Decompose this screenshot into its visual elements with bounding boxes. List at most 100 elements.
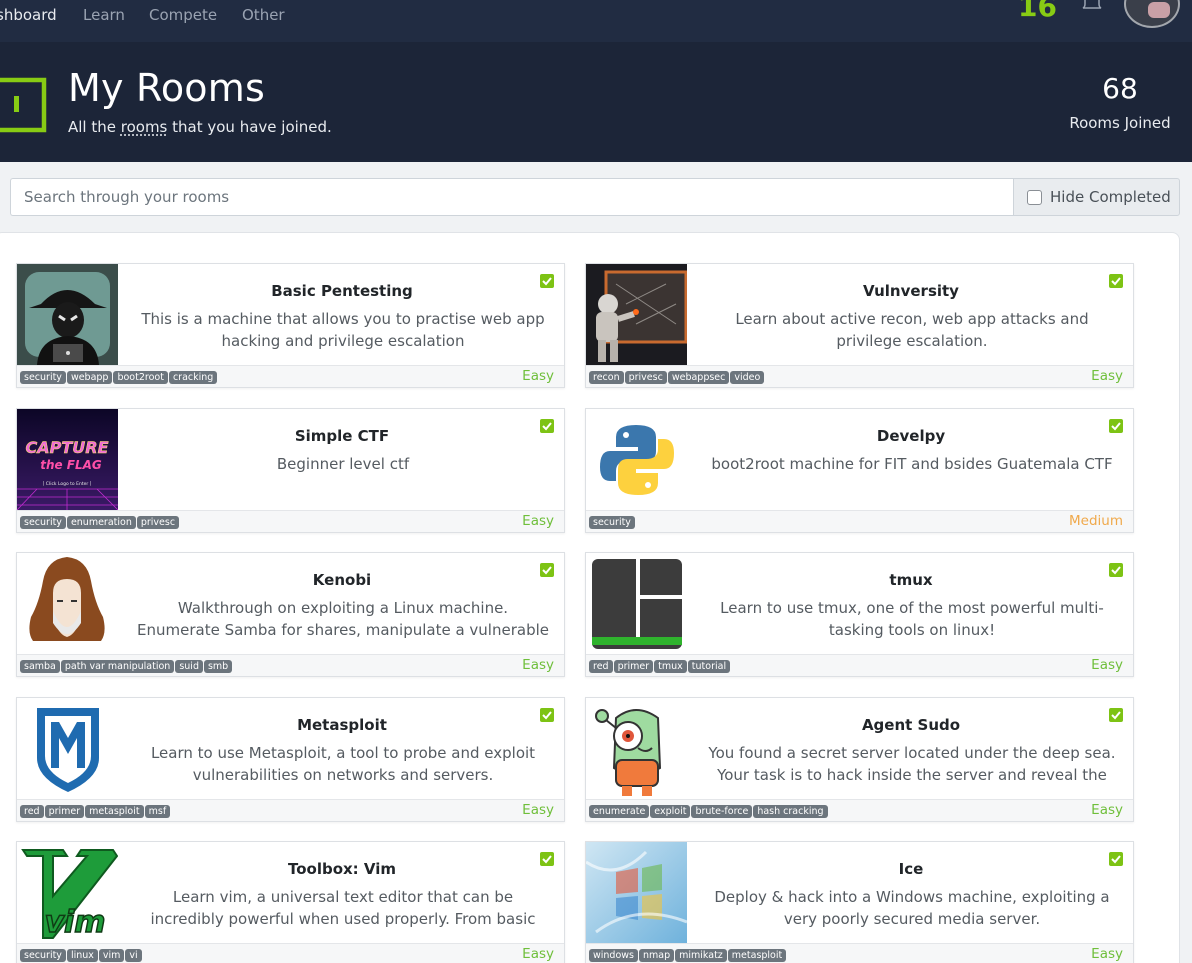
hacker-icon: [17, 264, 118, 365]
room-title[interactable]: tmux: [687, 571, 1135, 589]
nav-learn[interactable]: Learn: [83, 6, 125, 24]
room-card-footer: recon privesc webappsec video Easy: [586, 365, 1133, 387]
room-tags: security enumeration privesc: [20, 516, 180, 535]
bell-icon[interactable]: [1080, 0, 1104, 12]
tag-badge[interactable]: recon: [589, 371, 624, 384]
room-tags: security: [589, 516, 636, 535]
tag-badge[interactable]: smb: [203, 660, 233, 673]
room-card[interactable]: Develpy boot2root machine for FIT and bsi…: [585, 408, 1134, 533]
room-title[interactable]: Basic Pentesting: [118, 282, 566, 300]
tag-badge[interactable]: tmux: [654, 660, 687, 673]
room-tags: recon privesc webappsec video: [589, 371, 765, 390]
alien-robot-icon: [586, 698, 687, 799]
tag-badge[interactable]: mimikatz: [675, 949, 727, 962]
tag-badge[interactable]: msf: [144, 805, 171, 818]
nav-dashboard[interactable]: shboard: [0, 6, 57, 24]
tmux-icon: [586, 553, 687, 654]
room-card[interactable]: Ice Deploy & hack into a Windows machine,…: [585, 841, 1134, 963]
tag-badge[interactable]: vi: [125, 949, 142, 962]
tag-badge[interactable]: enumeration: [66, 516, 136, 529]
python-icon: [586, 409, 687, 510]
room-title[interactable]: Kenobi: [118, 571, 566, 589]
tag-badge[interactable]: tutorial: [687, 660, 731, 673]
room-card-footer: security enumeration privesc Easy: [17, 510, 564, 532]
room-description: Learn to use tmux, one of the most power…: [720, 599, 1104, 639]
room-card[interactable]: Metasploit Learn to use Metasploit, a too…: [16, 697, 565, 822]
room-tags: red primer metasploit msf: [20, 805, 171, 824]
tag-badge[interactable]: webapp: [66, 371, 113, 384]
room-card[interactable]: Basic Pentesting This is a machine that a…: [16, 263, 565, 388]
tag-badge[interactable]: path var manipulation: [60, 660, 175, 673]
difficulty-label: Easy: [1091, 946, 1123, 962]
tag-badge[interactable]: metasploit: [85, 805, 144, 818]
door-icon: [0, 77, 47, 133]
room-card[interactable]: Agent Sudo You found a secret server loca…: [585, 697, 1134, 822]
rooms-tooltip-link[interactable]: rooms: [121, 118, 168, 136]
tag-badge[interactable]: brute-force: [691, 805, 753, 818]
tag-badge[interactable]: windows: [589, 949, 638, 962]
ctf-logo-line-2: the FLAG: [40, 458, 102, 472]
page-title: My Rooms: [68, 66, 265, 110]
tag-badge[interactable]: enumerate: [589, 805, 650, 818]
room-description: Learn vim, a universal text editor that …: [150, 888, 536, 928]
tag-badge[interactable]: nmap: [639, 949, 675, 962]
room-card-footer: samba path var manipulation suid smb Easy: [17, 654, 564, 676]
hide-completed-toggle[interactable]: Hide Completed: [1013, 178, 1180, 216]
tag-badge[interactable]: privesc: [136, 516, 180, 529]
rooms-joined-count: 68: [1102, 72, 1138, 105]
room-card-footer: windows nmap mimikatz metasploit Easy: [586, 943, 1133, 963]
windows-ice-icon: [586, 842, 687, 943]
search-bar: Hide Completed: [10, 178, 1180, 216]
tag-badge[interactable]: suid: [175, 660, 203, 673]
room-description: You found a secret server located under …: [708, 744, 1116, 784]
tag-badge[interactable]: cracking: [168, 371, 218, 384]
tag-badge[interactable]: linux: [66, 949, 98, 962]
room-title[interactable]: Vulnversity: [687, 282, 1135, 300]
avatar[interactable]: [1124, 0, 1180, 28]
room-card[interactable]: Vulnversity Learn about active recon, web…: [585, 263, 1134, 388]
room-card[interactable]: vim Toolbox: Vim Learn vim, a universal te…: [16, 841, 565, 963]
tag-badge[interactable]: security: [20, 516, 66, 529]
room-title[interactable]: Ice: [687, 860, 1135, 878]
tag-badge[interactable]: security: [589, 516, 635, 529]
room-card-footer: security linux vim vi Easy: [17, 943, 564, 963]
tag-badge[interactable]: security: [20, 949, 66, 962]
tag-badge[interactable]: red: [589, 660, 613, 673]
tag-badge[interactable]: hash cracking: [753, 805, 828, 818]
tag-badge[interactable]: exploit: [650, 805, 691, 818]
streak-counter[interactable]: 16: [1018, 0, 1057, 23]
hide-completed-label: Hide Completed: [1050, 188, 1171, 206]
nav-other[interactable]: Other: [242, 6, 285, 24]
ctf-logo-line-3: [ Click Logo to Enter ]: [43, 481, 92, 487]
room-card[interactable]: CAPTURE the FLAG [ Click Logo to Enter ] Si…: [16, 408, 565, 533]
tag-badge[interactable]: primer: [44, 805, 85, 818]
tag-badge[interactable]: red: [20, 805, 44, 818]
tag-badge[interactable]: privesc: [624, 371, 667, 384]
room-title[interactable]: Develpy: [687, 427, 1135, 445]
search-input[interactable]: [10, 178, 1013, 216]
tag-badge[interactable]: primer: [613, 660, 654, 673]
room-description: boot2root machine for FIT and bsides Gua…: [711, 455, 1113, 473]
room-card[interactable]: Kenobi Walkthrough on exploiting a Linux …: [16, 552, 565, 677]
room-description: This is a machine that allows you to pra…: [141, 310, 545, 350]
tag-badge[interactable]: metasploit: [727, 949, 787, 962]
tag-badge[interactable]: webappsec: [667, 371, 730, 384]
tag-badge[interactable]: security: [20, 371, 66, 384]
room-title[interactable]: Toolbox: Vim: [118, 860, 566, 878]
room-card-footer: security Medium: [586, 510, 1133, 532]
room-card-footer: security webapp boot2root cracking Easy: [17, 365, 564, 387]
room-title[interactable]: Simple CTF: [118, 427, 566, 445]
room-title[interactable]: Metasploit: [118, 716, 566, 734]
capture-the-flag-icon: CAPTURE the FLAG [ Click Logo to Enter ]: [17, 409, 118, 510]
astronaut-icon: [586, 264, 687, 365]
hide-completed-checkbox[interactable]: [1027, 190, 1042, 205]
room-card[interactable]: tmux Learn to use tmux, one of the most p…: [585, 552, 1134, 677]
room-tags: enumerate exploit brute-force hash cracking: [589, 805, 829, 824]
room-card-footer: enumerate exploit brute-force hash cracking…: [586, 799, 1133, 821]
room-title[interactable]: Agent Sudo: [687, 716, 1135, 734]
tag-badge[interactable]: boot2root: [113, 371, 168, 384]
tag-badge[interactable]: video: [730, 371, 765, 384]
nav-compete[interactable]: Compete: [149, 6, 217, 24]
tag-badge[interactable]: samba: [20, 660, 60, 673]
tag-badge[interactable]: vim: [98, 949, 125, 962]
